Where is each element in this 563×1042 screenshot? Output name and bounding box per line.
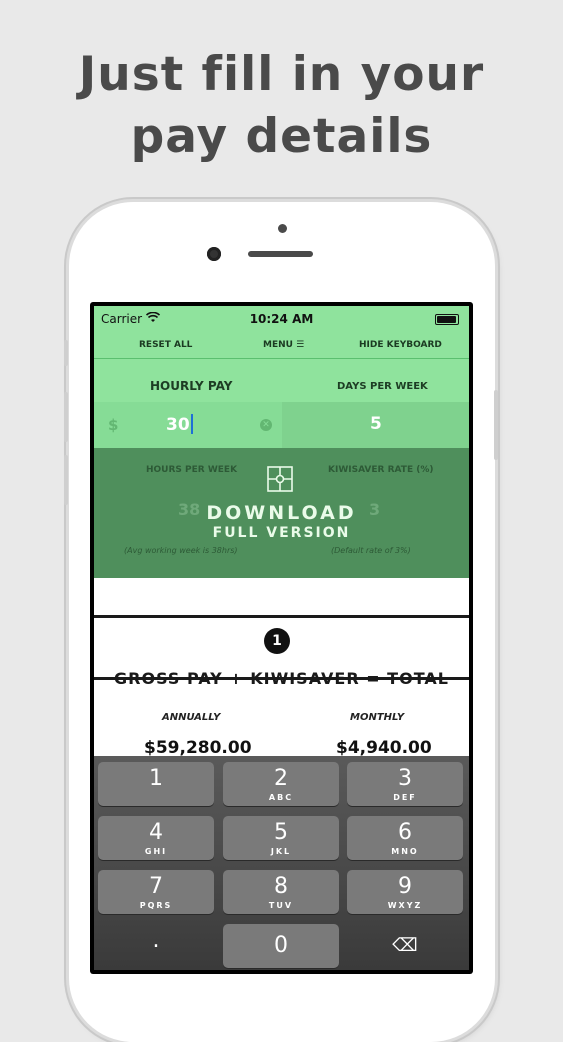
- clear-icon[interactable]: ✕: [260, 419, 272, 431]
- annually-label: ANNUALLY: [162, 712, 221, 723]
- section-rule-bottom: [94, 677, 469, 680]
- download-title: DOWNLOAD: [206, 502, 357, 524]
- marketing-headline: Just fill in your pay details: [0, 44, 563, 168]
- section-rule-top: [94, 615, 469, 618]
- phone-volume-down: [64, 455, 68, 505]
- key-7[interactable]: 7 PQRS: [98, 870, 214, 914]
- hide-keyboard-button[interactable]: HIDE KEYBOARD: [359, 340, 442, 350]
- puzzle-icon: [267, 466, 293, 492]
- headline-line-2: pay details: [130, 109, 433, 164]
- currency-symbol: $: [108, 416, 119, 434]
- menu-button[interactable]: MENU ☰: [263, 340, 304, 350]
- proximity-sensor: [278, 224, 287, 233]
- days-per-week-label: DAYS PER WEEK: [337, 381, 428, 392]
- key-2[interactable]: 2 ABC: [223, 762, 339, 806]
- phone-volume-up: [64, 392, 68, 442]
- phone-screen: Carrier 10:24 AM RESET ALL MENU ☰ HIDE K…: [90, 302, 473, 974]
- monthly-label: MONTHLY: [350, 712, 405, 723]
- inputs-row: $ 30 ✕ 5: [94, 402, 469, 448]
- hours-hint: (Avg working week is 38hrs): [124, 546, 238, 555]
- top-nav: RESET ALL MENU ☰ HIDE KEYBOARD: [94, 332, 469, 358]
- key-9[interactable]: 9 WXYZ: [347, 870, 463, 914]
- monthly-amount: $4,940.00: [336, 738, 432, 758]
- full-version-subtitle: FULL VERSION: [212, 525, 351, 541]
- days-per-week-input[interactable]: 5: [370, 414, 382, 434]
- key-0[interactable]: 0: [223, 924, 339, 968]
- hourly-pay-input[interactable]: $ 30 ✕: [94, 402, 282, 448]
- annually-amount: $59,280.00: [144, 738, 252, 758]
- hourly-pay-label: HOURLY PAY: [150, 379, 233, 393]
- text-caret: [190, 414, 193, 434]
- key-8[interactable]: 8 TUV: [223, 870, 339, 914]
- backspace-icon: ⌫: [392, 935, 418, 956]
- headline-line-1: Just fill in your: [78, 47, 485, 102]
- key-1[interactable]: 1: [98, 762, 214, 806]
- front-camera: [207, 247, 221, 261]
- key-3[interactable]: 3 DEF: [347, 762, 463, 806]
- kiwisaver-rate-label: KIWISAVER RATE (%): [328, 465, 434, 475]
- hourly-pay-value: 30: [166, 414, 193, 435]
- reset-all-button[interactable]: RESET ALL: [139, 340, 192, 350]
- results-panel: [94, 578, 469, 756]
- download-full-version-overlay[interactable]: HOURS PER WEEK KIWISAVER RATE (%) 38 3 D…: [94, 448, 469, 578]
- key-5[interactable]: 5 JKL: [223, 816, 339, 860]
- earpiece-speaker: [248, 251, 313, 257]
- clock: 10:24 AM: [249, 312, 314, 326]
- key-6[interactable]: 6 MNO: [347, 816, 463, 860]
- field-labels-row: HOURLY PAY DAYS PER WEEK: [94, 359, 469, 402]
- numeric-keypad: 1 2 ABC 3 DEF 4 GHI 5 JKL 6 MNO 7 PQRS 8 TUV 9W…: [94, 756, 469, 970]
- battery-icon: [435, 314, 459, 325]
- key-4[interactable]: 4 GHI: [98, 816, 214, 860]
- phone-power-button: [494, 390, 498, 460]
- status-bar: Carrier 10:24 AM: [94, 306, 469, 332]
- hours-per-week-label: HOURS PER WEEK: [146, 465, 238, 475]
- phone-mute-switch: [64, 340, 68, 366]
- step-number-badge: 1: [264, 628, 290, 654]
- backspace-key[interactable]: ⌫: [347, 924, 463, 968]
- kiwisaver-hint: (Default rate of 3%): [331, 546, 411, 555]
- key-decimal[interactable]: .: [98, 924, 214, 968]
